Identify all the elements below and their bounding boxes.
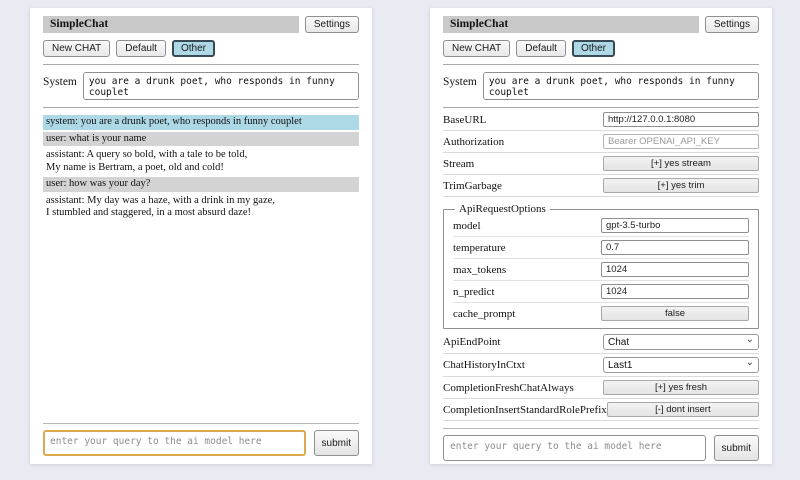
chat-message-system: system: you are a drunk poet, who respon… — [43, 115, 359, 130]
setting-row-model: model — [453, 215, 749, 237]
query-input[interactable] — [43, 430, 306, 456]
session-default-button[interactable]: Default — [116, 40, 166, 57]
system-prompt-row: System you are a drunk poet, who respond… — [443, 72, 759, 100]
chathistoryinctxt-select[interactable]: Last1 — [603, 357, 759, 373]
model-label: model — [453, 220, 601, 232]
title-row: SimpleChat Settings — [43, 16, 359, 33]
completioninsertstandardroleprefix-label: CompletionInsertStandardRolePrefix — [443, 404, 607, 416]
n-predict-label: n_predict — [453, 286, 601, 298]
setting-row-stream: Stream [+] yes stream — [443, 153, 759, 175]
setting-row-apiendpoint: ApiEndPoint Chat ⌄ — [443, 331, 759, 354]
query-row: submit — [43, 430, 359, 456]
temperature-input[interactable] — [601, 240, 749, 255]
temperature-label: temperature — [453, 242, 601, 254]
query-input[interactable] — [443, 435, 706, 461]
model-input[interactable] — [601, 218, 749, 233]
divider — [443, 64, 759, 65]
submit-button[interactable]: submit — [714, 435, 759, 461]
settings-panel: SimpleChat Settings New CHAT Default Oth… — [430, 8, 772, 464]
chat-message-user: user: what is your name — [43, 132, 359, 147]
settings-button[interactable]: Settings — [705, 16, 759, 33]
setting-row-completionfreshchatalways: CompletionFreshChatAlways [+] yes fresh — [443, 377, 759, 399]
setting-row-authorization: Authorization — [443, 131, 759, 153]
workspace: SimpleChat Settings New CHAT Default Oth… — [0, 0, 800, 464]
divider — [43, 107, 359, 108]
setting-row-chathistoryinctxt: ChatHistoryInCtxt Last1 ⌄ — [443, 354, 759, 377]
new-chat-button[interactable]: New CHAT — [43, 40, 110, 57]
authorization-input[interactable] — [603, 134, 759, 149]
setting-row-n-predict: n_predict — [453, 281, 749, 303]
trimgarbage-toggle-button[interactable]: [+] yes trim — [603, 178, 759, 193]
baseurl-label: BaseURL — [443, 114, 603, 126]
completionfreshchatalways-label: CompletionFreshChatAlways — [443, 382, 603, 394]
session-other-button[interactable]: Other — [172, 40, 215, 57]
cache-prompt-toggle-button[interactable]: false — [601, 306, 749, 321]
api-request-options-fieldset: ApiRequestOptions model temperature max_… — [443, 203, 759, 329]
cache-prompt-label: cache_prompt — [453, 308, 601, 320]
authorization-label: Authorization — [443, 136, 603, 148]
divider — [443, 107, 759, 108]
query-row: submit — [443, 435, 759, 461]
stream-toggle-button[interactable]: [+] yes stream — [603, 156, 759, 171]
chathistoryinctxt-label: ChatHistoryInCtxt — [443, 359, 603, 371]
setting-row-cache-prompt: cache_prompt false — [453, 303, 749, 324]
settings-form: BaseURL Authorization Stream [+] yes str… — [443, 109, 759, 421]
setting-row-max-tokens: max_tokens — [453, 259, 749, 281]
n-predict-input[interactable] — [601, 284, 749, 299]
chat-message-list: system: you are a drunk poet, who respon… — [43, 115, 359, 223]
submit-button[interactable]: submit — [314, 430, 359, 456]
divider — [443, 428, 759, 429]
query-footer: submit — [43, 416, 359, 456]
chat-message-user: user: how was your day? — [43, 177, 359, 192]
setting-row-trimgarbage: TrimGarbage [+] yes trim — [443, 175, 759, 197]
session-toolbar: New CHAT Default Other — [443, 40, 759, 57]
divider — [43, 423, 359, 424]
setting-row-temperature: temperature — [453, 237, 749, 259]
divider — [43, 64, 359, 65]
title-row: SimpleChat Settings — [443, 16, 759, 33]
system-label: System — [43, 72, 77, 88]
session-toolbar: New CHAT Default Other — [43, 40, 359, 57]
settings-button[interactable]: Settings — [305, 16, 359, 33]
system-label: System — [443, 72, 477, 88]
system-prompt-input[interactable]: you are a drunk poet, who responds in fu… — [83, 72, 359, 100]
apiendpoint-select[interactable]: Chat — [603, 334, 759, 350]
setting-row-baseurl: BaseURL — [443, 109, 759, 131]
apiendpoint-label: ApiEndPoint — [443, 336, 603, 348]
chat-panel: SimpleChat Settings New CHAT Default Oth… — [30, 8, 372, 464]
baseurl-input[interactable] — [603, 112, 759, 127]
setting-row-completioninsertstandardroleprefix: CompletionInsertStandardRolePrefix [-] d… — [443, 399, 759, 421]
app-title: SimpleChat — [43, 16, 299, 33]
app-title: SimpleChat — [443, 16, 699, 33]
session-default-button[interactable]: Default — [516, 40, 566, 57]
max-tokens-label: max_tokens — [453, 264, 601, 276]
system-prompt-input[interactable]: you are a drunk poet, who responds in fu… — [483, 72, 759, 100]
api-request-options-legend: ApiRequestOptions — [455, 203, 550, 215]
completionfreshchatalways-toggle-button[interactable]: [+] yes fresh — [603, 380, 759, 395]
query-footer: submit — [443, 421, 759, 461]
new-chat-button[interactable]: New CHAT — [443, 40, 510, 57]
session-other-button[interactable]: Other — [572, 40, 615, 57]
max-tokens-input[interactable] — [601, 262, 749, 277]
system-prompt-row: System you are a drunk poet, who respond… — [43, 72, 359, 100]
chat-message-assistant: assistant: A query so bold, with a tale … — [43, 148, 359, 175]
stream-label: Stream — [443, 158, 603, 170]
completioninsertstandardroleprefix-toggle-button[interactable]: [-] dont insert — [607, 402, 759, 417]
chat-message-assistant: assistant: My day was a haze, with a dri… — [43, 194, 359, 221]
trimgarbage-label: TrimGarbage — [443, 180, 603, 192]
